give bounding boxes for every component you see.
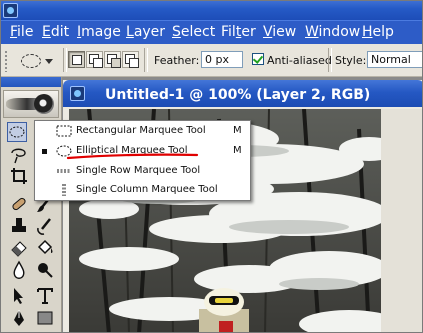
menubar: File Edit Image Layer Select Filter View… <box>1 20 422 44</box>
bandage-icon <box>12 197 26 211</box>
stamp-tool-button[interactable] <box>9 216 29 236</box>
style-select[interactable]: Normal <box>367 51 422 68</box>
anti-aliased-checkbox[interactable] <box>252 53 264 65</box>
column-marquee-icon <box>62 184 66 196</box>
menu-filter[interactable]: Filter <box>221 24 256 40</box>
intersect-selection-icon-overlap <box>129 58 139 68</box>
tool-preset-picker[interactable] <box>15 51 59 71</box>
application-window: File Edit Image Layer Select Filter View… <box>0 0 423 333</box>
menu-image[interactable]: Image <box>77 24 121 40</box>
options-bar-grip[interactable] <box>4 50 8 72</box>
ellipse-marquee-icon <box>21 54 41 68</box>
type-icon <box>37 288 53 304</box>
options-separator <box>328 48 332 72</box>
lasso-tool-button[interactable] <box>9 145 29 165</box>
crop-tool-button[interactable] <box>9 166 29 186</box>
stamp-icon <box>12 218 26 232</box>
menu-layer[interactable]: Layer <box>126 24 165 40</box>
menu-view[interactable]: View <box>263 24 296 40</box>
eraser-icon <box>11 241 27 257</box>
menu-edit[interactable]: Edit <box>42 24 69 40</box>
feather-logo-icon <box>6 98 36 110</box>
document-title: Untitled-1 @ 100% (Layer 2, RGB) <box>105 87 371 103</box>
style-label: Style: <box>335 54 367 67</box>
subtract-selection-icon-cut <box>111 58 121 68</box>
ellipse-marquee-icon <box>9 126 25 138</box>
rectangle-shape-icon <box>37 311 53 325</box>
options-separator <box>144 48 148 72</box>
document-app-icon[interactable] <box>70 86 85 101</box>
pen-icon <box>14 310 24 326</box>
marquee-tool-button[interactable] <box>7 122 27 142</box>
history-brush-tool-button[interactable] <box>35 216 55 236</box>
flyout-item-label: Rectangular Marquee Tool <box>76 125 206 136</box>
app-icon[interactable] <box>3 3 18 18</box>
type-tool-button[interactable] <box>35 286 55 306</box>
healing-brush-tool-button[interactable] <box>9 194 29 214</box>
flyout-item-shortcut: M <box>233 125 242 136</box>
lasso-icon <box>11 148 26 164</box>
subtract-from-selection-button[interactable] <box>104 51 121 68</box>
crop-icon <box>11 168 27 184</box>
history-brush-icon <box>37 218 51 235</box>
flyout-item-single-row-marquee[interactable]: Single Row Marquee Tool <box>35 162 250 181</box>
add-selection-icon-overlap <box>93 58 103 68</box>
toolbox-titlebar[interactable] <box>1 77 61 87</box>
new-selection-icon <box>72 55 82 65</box>
path-selection-tool-button[interactable] <box>9 286 29 306</box>
flyout-item-shortcut: M <box>233 145 242 156</box>
menu-file[interactable]: File <box>10 24 33 40</box>
menu-select[interactable]: Select <box>172 24 215 40</box>
flyout-item-single-column-marquee[interactable]: Single Column Marquee Tool <box>35 181 250 200</box>
options-bar: Feather: 0 px Anti-aliased Style: Normal <box>1 44 422 77</box>
blur-tool-button[interactable] <box>9 260 29 280</box>
chevron-down-icon <box>45 59 53 64</box>
app-titlebar <box>1 1 422 20</box>
row-marquee-icon <box>57 169 71 173</box>
paint-bucket-icon <box>37 239 53 255</box>
dodge-icon <box>38 263 53 278</box>
menu-window[interactable]: Window <box>305 24 360 40</box>
eye-logo-icon <box>34 94 54 114</box>
document-scrollbar[interactable] <box>381 109 422 332</box>
droplet-icon <box>13 260 25 279</box>
feather-input[interactable]: 0 px <box>201 51 243 68</box>
add-to-selection-button[interactable] <box>86 51 103 68</box>
paint-bucket-tool-button[interactable] <box>35 238 55 258</box>
feather-label: Feather: <box>154 54 200 67</box>
new-selection-button[interactable] <box>68 51 85 68</box>
marquee-tool-flyout: Rectangular Marquee Tool M Elliptical Ma… <box>34 120 251 201</box>
menu-help[interactable]: Help <box>362 24 394 40</box>
annotation-underline <box>66 153 199 160</box>
pen-tool-button[interactable] <box>9 308 29 328</box>
anti-aliased-label: Anti-aliased <box>267 54 332 67</box>
options-separator <box>63 48 67 72</box>
selected-bullet-icon <box>42 149 47 154</box>
toolbox-logo[interactable] <box>3 90 59 118</box>
flyout-item-label: Single Row Marquee Tool <box>76 165 201 176</box>
dodge-tool-button[interactable] <box>35 260 55 280</box>
arrow-cursor-icon <box>14 288 23 304</box>
flyout-item-label: Single Column Marquee Tool <box>76 184 218 195</box>
shape-tool-button[interactable] <box>35 308 55 328</box>
eraser-tool-button[interactable] <box>9 238 29 258</box>
intersect-selection-button[interactable] <box>122 51 139 68</box>
rect-marquee-icon <box>56 125 72 137</box>
flyout-item-rectangular-marquee[interactable]: Rectangular Marquee Tool M <box>35 122 250 141</box>
